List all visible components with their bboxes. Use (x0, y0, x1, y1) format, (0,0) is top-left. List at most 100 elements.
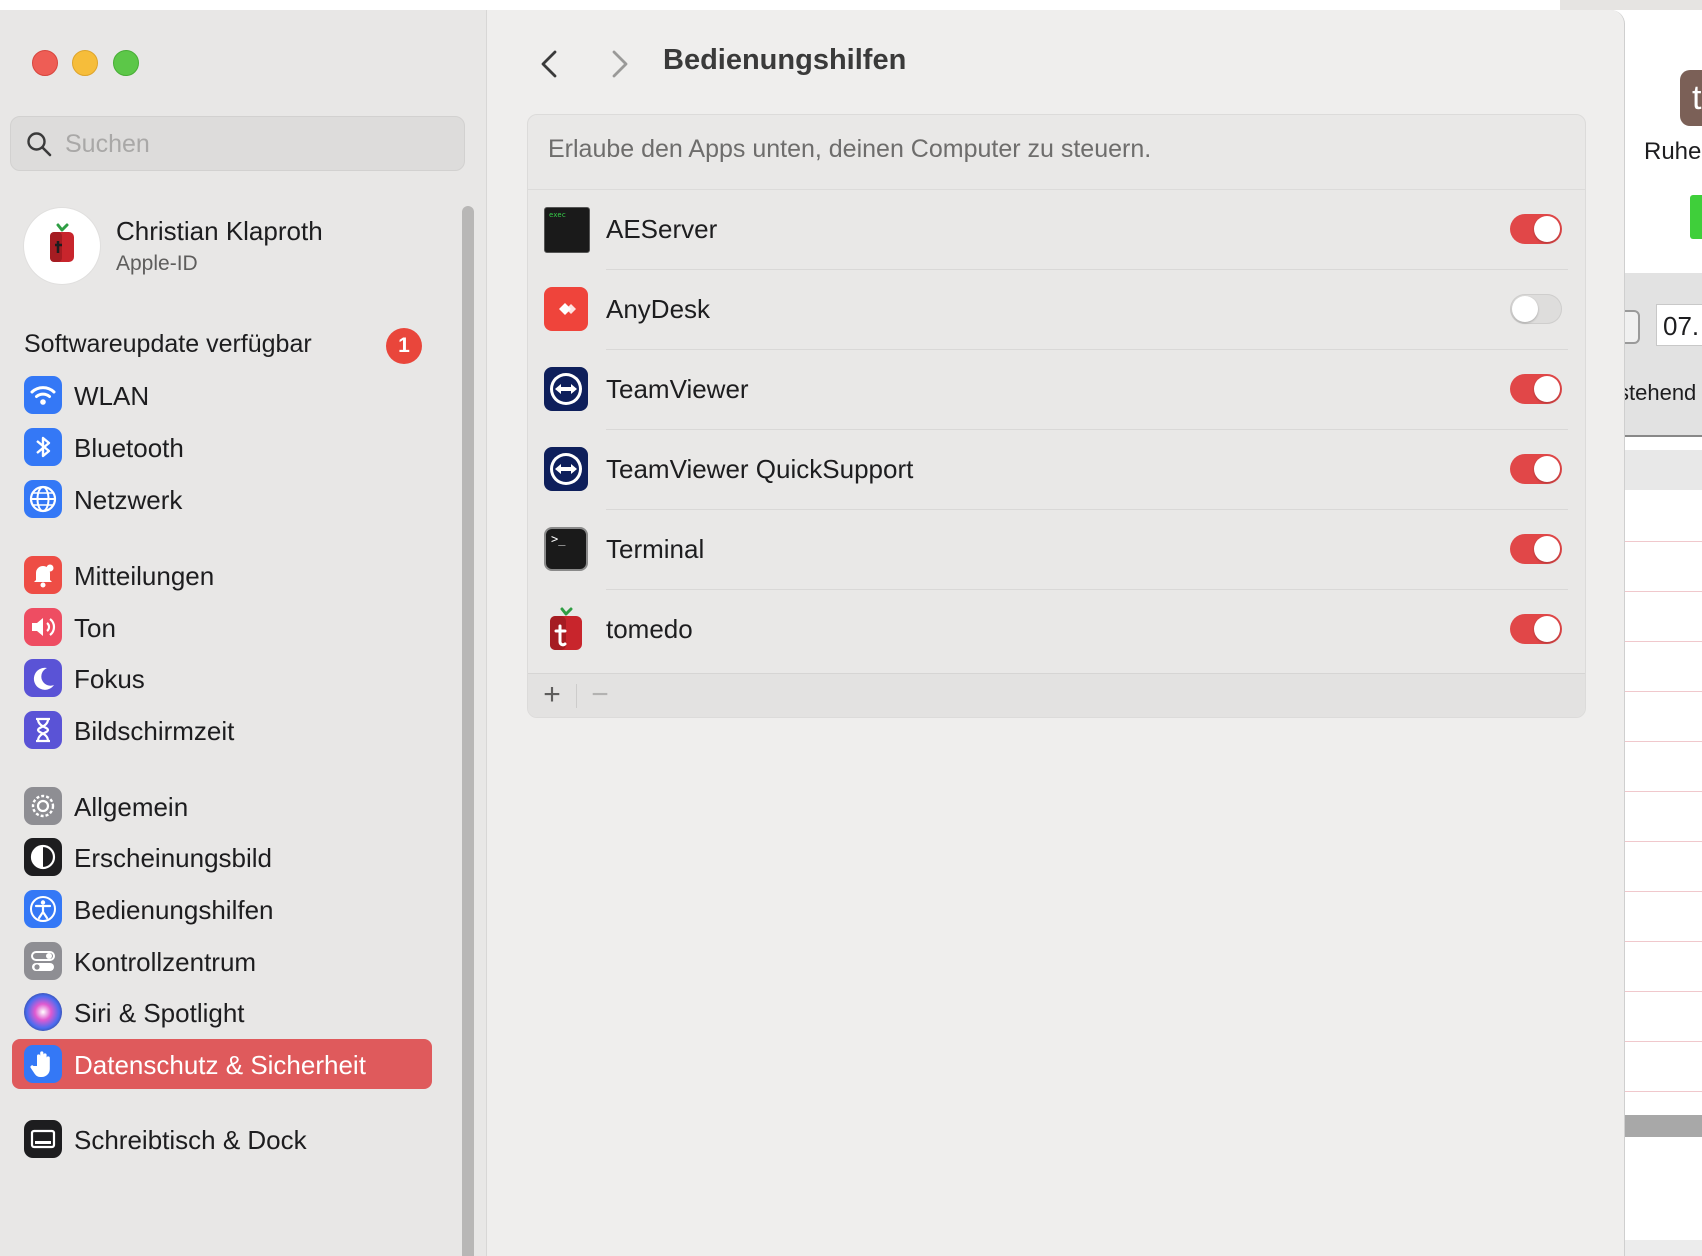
tomedo-logo-icon: t (1680, 70, 1702, 126)
background-footer (1620, 1240, 1702, 1256)
list-item: tomedo (544, 590, 1568, 670)
app-name: AEServer (606, 214, 718, 244)
background-label: Ruher (1644, 138, 1702, 165)
aeserver-icon: exec (544, 207, 590, 253)
app-name: TeamViewer QuickSupport (606, 454, 914, 484)
sidebar-item-label: Kontrollzentrum (74, 947, 257, 977)
sidebar-item-bluetooth[interactable]: Bluetooth (12, 422, 432, 472)
sidebar-item-label: Bedienungshilfen (74, 895, 274, 925)
chevron-left-icon (541, 50, 557, 78)
globe-icon (24, 480, 62, 518)
page-title: Bedienungshilfen (663, 44, 907, 76)
sidebar-item-label: Ton (74, 613, 116, 643)
bell-icon (24, 556, 62, 594)
wifi-icon (24, 376, 62, 414)
background-date-field[interactable]: 07. (1656, 304, 1702, 346)
hourglass-icon (24, 711, 62, 749)
sidebar-item-wlan[interactable]: WLAN (12, 370, 432, 420)
add-app-button[interactable]: + (530, 674, 574, 717)
background-toolbar (1620, 273, 1702, 435)
sidebar-item-bildschirmzeit[interactable]: Bildschirmzeit (12, 705, 432, 755)
sidebar-item-label: Schreibtisch & Dock (74, 1125, 307, 1155)
accessibility-icon (24, 890, 62, 928)
back-button[interactable] (529, 42, 569, 86)
search-icon (27, 132, 52, 157)
tomedo-avatar-icon (50, 223, 74, 262)
aeserver-toggle[interactable] (1510, 214, 1562, 244)
siri-icon (24, 993, 62, 1031)
app-name: AnyDesk (606, 294, 711, 324)
switches-icon (24, 942, 62, 980)
chevron-right-icon (612, 50, 628, 78)
sidebar-item-label: Erscheinungsbild (74, 843, 273, 873)
sidebar-item-kontrollzentrum[interactable]: Kontrollzentrum (12, 936, 432, 986)
sidebar-item-label: Allgemein (74, 792, 189, 822)
sidebar-item-bedienungshilfen[interactable]: Bedienungshilfen (12, 884, 432, 934)
sidebar-item-label: Bildschirmzeit (74, 716, 235, 746)
account-name: Christian Klaproth (116, 216, 323, 246)
sidebar-item-mitteilungen[interactable]: Mitteilungen (12, 550, 432, 600)
anydesk-toggle[interactable] (1510, 294, 1562, 324)
teamviewer-icon (544, 367, 588, 411)
sidebar-item-datenschutz-sicherheit[interactable]: Datenschutz & Sicherheit (12, 1039, 432, 1089)
teamviewer-quicksupport-toggle[interactable] (1510, 454, 1562, 484)
terminal-icon: >_ (544, 527, 588, 571)
sidebar-scrollbar[interactable] (462, 206, 474, 1256)
list-item: AnyDesk (544, 270, 1568, 350)
close-window-button[interactable] (32, 50, 58, 76)
sidebar-item-label: Bluetooth (74, 433, 184, 463)
apple-id-account[interactable]: Christian Klaproth Apple-ID (24, 200, 464, 286)
sidebar-item-allgemein[interactable]: Allgemein (12, 781, 432, 831)
sidebar-item-label: Datenschutz & Sicherheit (74, 1050, 366, 1080)
software-update-item[interactable]: Softwareupdate verfügbar 1 (24, 326, 444, 366)
minimize-window-button[interactable] (72, 50, 98, 76)
sidebar-item-label: Siri & Spotlight (74, 998, 245, 1028)
remove-app-button[interactable]: − (578, 674, 622, 717)
sidebar-item-erscheinungsbild[interactable]: Erscheinungsbild (12, 832, 432, 882)
terminal-toggle[interactable] (1510, 534, 1562, 564)
background-table-header (1620, 450, 1702, 490)
app-name: tomedo (606, 614, 693, 644)
search-field[interactable] (10, 116, 465, 172)
app-name: Terminal (606, 534, 705, 564)
background-scroll-divider (1620, 1115, 1702, 1137)
gear-icon (24, 787, 62, 825)
sidebar-item-ton[interactable]: Ton (12, 602, 432, 652)
sidebar-item-label: WLAN (74, 381, 150, 411)
tomedo-icon (544, 607, 588, 651)
sidebar-item-netzwerk[interactable]: Netzwerk (12, 474, 432, 524)
speaker-icon (24, 608, 62, 646)
search-input[interactable] (63, 117, 457, 172)
sidebar-item-siri-spotlight[interactable]: Siri & Spotlight (12, 987, 432, 1037)
background-field-label: stehend (1618, 380, 1697, 405)
list-footer: + − (528, 673, 1585, 717)
list-item: exec AEServer (544, 190, 1568, 270)
forward-button[interactable] (600, 42, 640, 86)
teamviewer-quicksupport-icon (544, 447, 588, 491)
avatar (24, 208, 100, 284)
tomedo-toggle[interactable] (1510, 614, 1562, 644)
list-item: TeamViewer QuickSupport (544, 430, 1568, 510)
zoom-window-button[interactable] (113, 50, 139, 76)
background-window-titlebar (1560, 0, 1702, 10)
system-settings-window: Christian Klaproth Apple-ID Softwareupda… (0, 10, 1625, 1256)
dock-icon (24, 1120, 62, 1158)
content-pane: Bedienungshilfen Erlaube den Apps unten,… (487, 10, 1624, 1256)
background-status-indicator (1690, 195, 1702, 239)
sidebar-item-label: Mitteilungen (74, 561, 215, 591)
software-update-label: Softwareupdate verfügbar (24, 330, 312, 358)
sidebar-item-label: Netzwerk (74, 485, 183, 515)
permission-description: Erlaube den Apps unten, deinen Computer … (548, 135, 1152, 163)
bluetooth-icon (24, 428, 62, 466)
sidebar-item-fokus[interactable]: Fokus (12, 653, 432, 703)
sidebar: Christian Klaproth Apple-ID Softwareupda… (0, 10, 487, 1256)
hand-icon (24, 1045, 62, 1083)
teamviewer-toggle[interactable] (1510, 374, 1562, 404)
sidebar-item-schreibtisch-dock[interactable]: Schreibtisch & Dock (12, 1114, 432, 1164)
sidebar-item-label: Fokus (74, 664, 145, 694)
appearance-icon (24, 838, 62, 876)
list-item: TeamViewer (544, 350, 1568, 430)
background-table-rows (1620, 492, 1702, 1112)
list-item: >_ Terminal (544, 510, 1568, 590)
anydesk-icon (544, 287, 588, 331)
